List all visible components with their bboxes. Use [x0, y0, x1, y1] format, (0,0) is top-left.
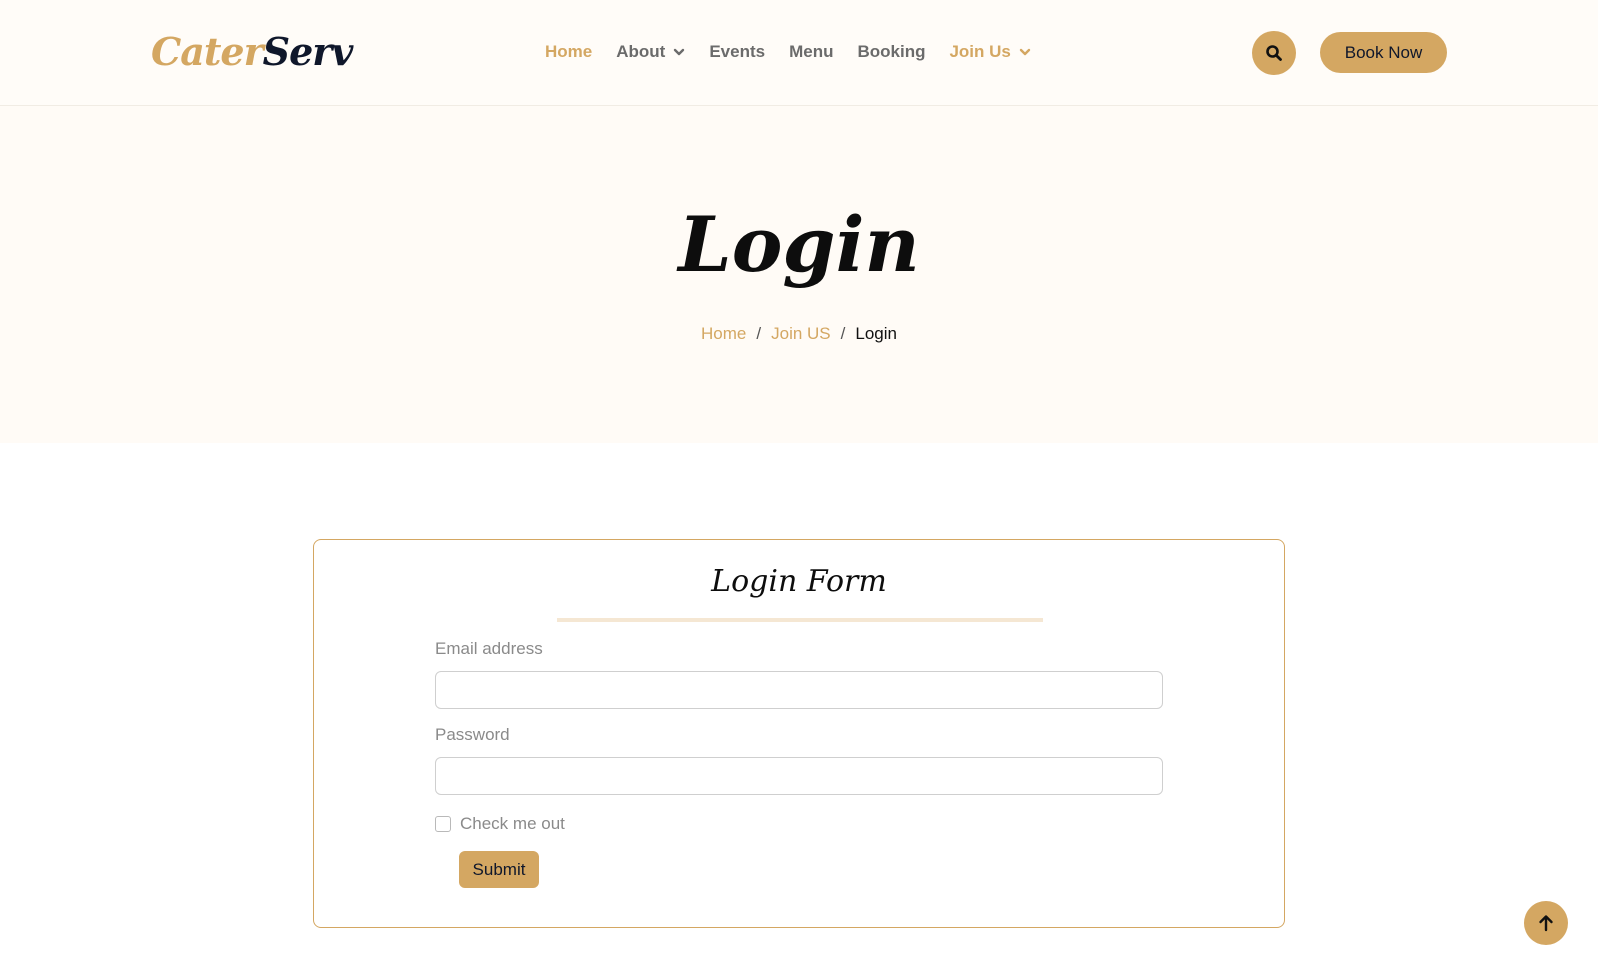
nav-item-about[interactable]: About	[616, 42, 685, 62]
logo-part-cater: Cater	[151, 29, 264, 74]
nav-item-home[interactable]: Home	[545, 42, 592, 62]
form-title: Login Form	[711, 564, 887, 599]
nav-item-label: Events	[709, 42, 766, 61]
email-field[interactable]	[435, 671, 1163, 709]
password-field[interactable]	[435, 757, 1163, 795]
check-me-out-label[interactable]: Check me out	[460, 814, 565, 834]
breadcrumb: Home / Join US / Login	[0, 324, 1598, 344]
submit-button[interactable]: Submit	[459, 851, 539, 888]
nav-item-label: About	[616, 42, 666, 61]
nav-item-label: Home	[545, 42, 593, 61]
page-title: Login	[678, 200, 920, 289]
check-me-out-row: Check me out	[435, 814, 565, 834]
main-nav: Home About Events Menu Booking Join Us	[545, 38, 1055, 66]
page-header: Login Home / Join US / Login	[0, 106, 1598, 443]
email-label: Email address	[435, 639, 543, 658]
nav-item-label: Menu	[789, 42, 834, 61]
navbar: CaterServ Home About Events Menu Booking…	[0, 0, 1598, 106]
title-underline	[557, 618, 1043, 622]
nav-item-label: Booking	[857, 42, 926, 61]
login-form-card: Login Form Email address Password Check …	[313, 539, 1285, 928]
logo[interactable]: CaterServ	[151, 26, 354, 78]
password-label: Password	[435, 725, 510, 744]
nav-item-menu[interactable]: Menu	[789, 42, 833, 62]
chevron-down-icon	[674, 48, 685, 56]
search-icon	[1266, 45, 1282, 61]
chevron-down-icon	[1019, 48, 1031, 56]
check-me-out-checkbox[interactable]	[435, 816, 451, 832]
breadcrumb-join-link[interactable]: Join US	[771, 324, 831, 344]
logo-part-serv: Serv	[262, 29, 354, 74]
book-now-button[interactable]: Book Now	[1320, 32, 1447, 73]
back-to-top-button[interactable]	[1524, 901, 1568, 945]
nav-item-label: Join Us	[949, 42, 1011, 61]
breadcrumb-current: Login	[855, 324, 897, 343]
breadcrumb-home-link[interactable]: Home	[701, 324, 746, 344]
arrow-up-icon	[1539, 915, 1553, 932]
nav-item-join-us[interactable]: Join Us	[949, 42, 1031, 62]
breadcrumb-separator: /	[756, 324, 762, 343]
search-button[interactable]	[1252, 31, 1296, 75]
breadcrumb-separator: /	[840, 324, 846, 343]
nav-item-events[interactable]: Events	[709, 42, 765, 62]
nav-item-booking[interactable]: Booking	[857, 42, 925, 62]
